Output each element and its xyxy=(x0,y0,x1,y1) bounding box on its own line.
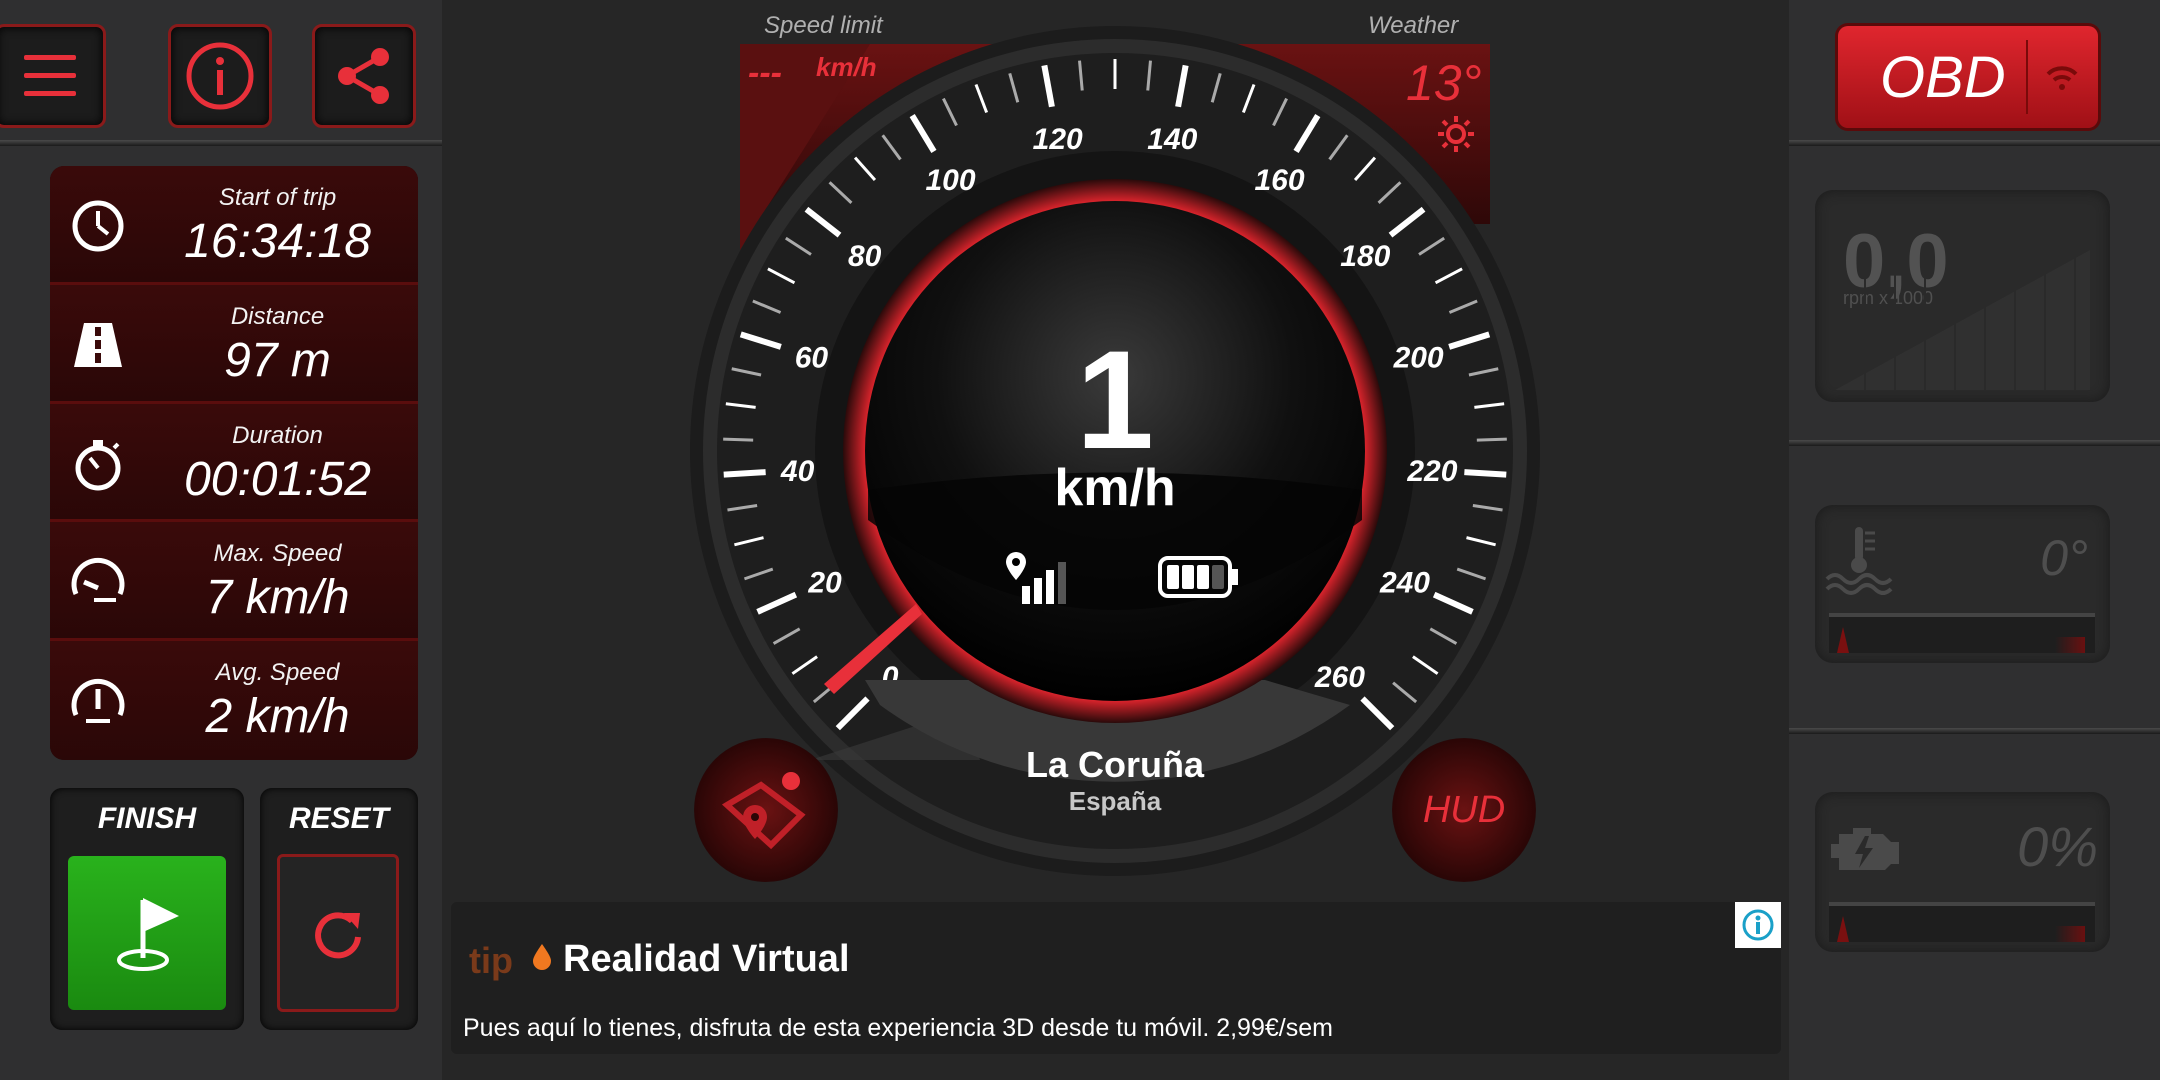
divider xyxy=(0,140,442,146)
ad-brand-text: tip xyxy=(469,940,513,981)
finish-flag-icon xyxy=(117,898,179,971)
finish-button[interactable] xyxy=(68,856,226,1010)
coolant-temp-card: 0° xyxy=(1815,505,2110,663)
stat-distance: Distance 97 m xyxy=(50,284,418,404)
route-button[interactable] xyxy=(694,738,838,882)
stat-label: Start of trip xyxy=(218,184,337,211)
stat-label: Distance xyxy=(230,302,325,330)
hud-label: HUD xyxy=(1422,788,1506,831)
trip-stats: Start of trip 16:34:18 Distance 97 m Dur… xyxy=(50,166,418,760)
sun-icon xyxy=(1438,116,1474,152)
rpm-bars xyxy=(1835,250,2090,390)
info-icon xyxy=(186,42,254,110)
speedometer-avg-icon xyxy=(71,679,125,724)
wifi-icon xyxy=(2046,66,2078,90)
info-button[interactable] xyxy=(168,24,272,128)
stat-value: 97 m xyxy=(224,333,331,387)
share-icon xyxy=(338,48,389,104)
engine-icon xyxy=(1831,828,1899,870)
speed-unit: km/h xyxy=(1054,459,1176,517)
engine-load-max-marker xyxy=(2055,926,2085,942)
battery-icon xyxy=(1158,556,1238,598)
hud-button[interactable]: HUD xyxy=(1392,738,1536,882)
stat-label: Max. Speed xyxy=(213,540,342,568)
reset-section: RESET xyxy=(260,788,418,1030)
obd-label: OBD xyxy=(1880,45,2006,110)
gauge-tick-label: 80 xyxy=(848,240,882,273)
ad-info-button[interactable] xyxy=(1735,902,1781,948)
ad-brand-logo: tip xyxy=(469,940,551,982)
reset-button[interactable] xyxy=(277,854,399,1012)
stopwatch-icon xyxy=(75,439,121,491)
drop-icon xyxy=(533,944,551,970)
engine-load-card: 0% xyxy=(1815,792,2110,952)
engine-load-value: 0% xyxy=(2017,815,2098,878)
stat-label: Avg. Speed xyxy=(215,659,340,687)
engine-load-bar xyxy=(1829,902,2095,942)
rpm-card: 0,0 rpm x 1000 xyxy=(1815,190,2110,402)
engine-load-min-marker xyxy=(1837,916,1849,942)
speedometer-max-icon xyxy=(71,558,125,603)
ad-banner[interactable]: tip Realidad Virtual Pues aquí lo tienes… xyxy=(451,902,1781,1054)
stat-start-of-trip: Start of trip 16:34:18 xyxy=(50,166,418,285)
finish-section: FINISH xyxy=(50,788,244,1030)
divider xyxy=(1789,728,2160,734)
ad-info-icon xyxy=(1742,909,1774,941)
share-button[interactable] xyxy=(312,24,416,128)
stat-value: 16:34:18 xyxy=(184,215,371,268)
gps-signal-icon xyxy=(1006,552,1066,604)
coolant-temp-bar xyxy=(1829,613,2095,653)
coolant-temp-icon xyxy=(1825,527,1893,595)
speed-limit-unit: km/h xyxy=(816,52,877,82)
gauge-tick-label: 260 xyxy=(1314,661,1365,694)
road-icon xyxy=(74,322,122,367)
finish-label: FINISH xyxy=(97,802,197,835)
gauge-tick-label: 160 xyxy=(1254,164,1304,197)
speedometer: 0 20 40 60 80 100 120 140 160 180 200 220 240 260 Spe… xyxy=(690,0,1540,882)
divider xyxy=(1789,140,2160,146)
menu-icon xyxy=(24,55,76,96)
ad-text: Pues aquí lo tienes, disfruta de esta ex… xyxy=(463,1014,1333,1042)
divider xyxy=(1789,440,2160,446)
stat-value: 00:01:52 xyxy=(184,452,371,506)
coolant-temp-max-marker xyxy=(2055,637,2085,653)
route-map-icon xyxy=(721,772,806,850)
gauge-tick-label: 240 xyxy=(1379,567,1430,600)
stat-label: Duration xyxy=(232,421,323,449)
reset-icon xyxy=(315,912,361,959)
obd-button[interactable]: OBD xyxy=(1838,26,2098,128)
clock-icon xyxy=(72,200,124,252)
divider xyxy=(2026,40,2028,114)
coolant-temp-min-marker xyxy=(1837,627,1849,653)
speed-limit-value: --- xyxy=(748,54,782,92)
menu-button[interactable] xyxy=(0,24,106,128)
gauge-tick-label: 140 xyxy=(1147,123,1197,156)
reset-label: RESET xyxy=(288,802,390,835)
stat-max-speed: Max. Speed 7 km/h xyxy=(50,522,418,642)
speed-limit-label: Speed limit xyxy=(764,12,883,39)
stat-value: 2 km/h xyxy=(205,690,350,744)
coolant-temp-value: 0° xyxy=(2040,530,2088,586)
stat-duration: Duration 00:01:52 xyxy=(50,403,418,523)
stat-avg-speed: Avg. Speed 2 km/h xyxy=(50,641,418,760)
weather-label: Weather xyxy=(1368,12,1459,39)
ad-title: Realidad Virtual xyxy=(563,938,850,980)
gauge-tick-label: 120 xyxy=(1033,123,1083,156)
current-speed: 1 xyxy=(1076,321,1154,478)
gauge-tick-label: 100 xyxy=(925,164,975,197)
stat-value: 7 km/h xyxy=(205,571,350,625)
gauge-tick-label: 180 xyxy=(1340,240,1390,273)
weather-temperature: 13° xyxy=(1406,55,1482,111)
gauge-tick-label: 20 xyxy=(807,567,842,600)
